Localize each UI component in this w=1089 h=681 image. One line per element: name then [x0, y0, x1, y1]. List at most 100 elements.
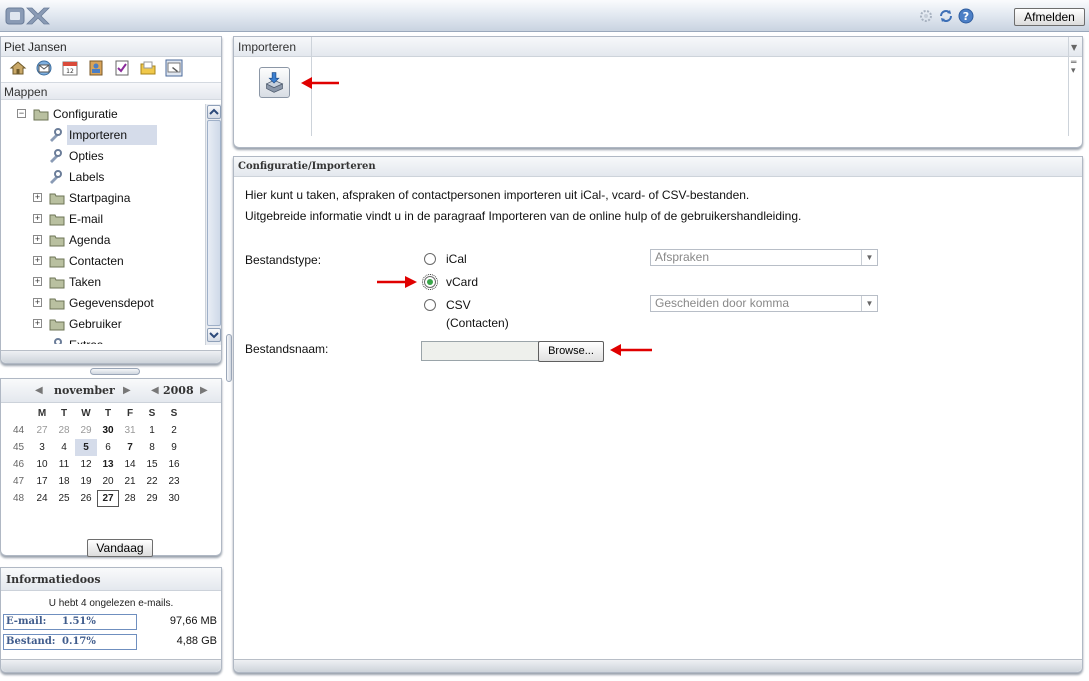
calendar-day[interactable]: 28	[119, 490, 141, 507]
next-year-icon[interactable]: ▶	[200, 379, 208, 403]
calendar-day[interactable]: 29	[75, 422, 97, 439]
expand-icon[interactable]: +	[33, 235, 42, 244]
configuration-icon[interactable]	[165, 59, 183, 77]
expand-icon[interactable]: +	[33, 193, 42, 202]
calendar-day[interactable]: 12	[75, 456, 97, 473]
calendar-day[interactable]: 10	[31, 456, 53, 473]
tree-item-labels[interactable]: Labels	[1, 167, 205, 187]
scrollbar-thumb[interactable]	[207, 120, 221, 326]
calendar-day[interactable]: 28	[53, 422, 75, 439]
chevron-down-icon[interactable]: ▼	[1071, 43, 1077, 52]
calendar-day[interactable]: 7	[119, 439, 141, 456]
calendar-day[interactable]: 29	[141, 490, 163, 507]
menu-icon[interactable]: ═ ▾	[1071, 59, 1076, 76]
tree-item-importeren[interactable]: Importeren	[1, 125, 205, 145]
calendar-day[interactable]: 18	[53, 473, 75, 490]
tree-item-gegevensdepot[interactable]: + Gegevensdepot	[1, 293, 205, 313]
tree-item-taken[interactable]: + Taken	[1, 272, 205, 292]
calendar-day[interactable]: 6	[97, 439, 119, 456]
file-path-input[interactable]	[421, 341, 539, 361]
calendar-day[interactable]: 15	[141, 456, 163, 473]
calendar-day[interactable]: 31	[119, 422, 141, 439]
calendar-day[interactable]: 1	[141, 422, 163, 439]
vertical-splitter[interactable]	[226, 334, 232, 382]
logout-button[interactable]: Afmelden	[1014, 8, 1085, 26]
next-month-icon[interactable]: ▶	[123, 379, 131, 403]
chevron-down-icon[interactable]: ▼	[861, 250, 877, 265]
week-number[interactable]: 47	[13, 473, 31, 490]
help-icon[interactable]: ?	[958, 8, 974, 24]
tree-item-startpagina[interactable]: + Startpagina	[1, 188, 205, 208]
calendar-day[interactable]: 19	[75, 473, 97, 490]
calendar-day[interactable]: 5	[75, 439, 97, 456]
week-number[interactable]: 48	[13, 490, 31, 507]
calendar-day[interactable]: 3	[31, 439, 53, 456]
collapse-icon[interactable]: −	[17, 109, 26, 118]
contacts-icon[interactable]	[87, 59, 105, 77]
tree-item-configuratie[interactable]: − Configuratie	[1, 104, 205, 124]
scroll-down-icon[interactable]	[207, 328, 221, 342]
calendar-day[interactable]: 17	[31, 473, 53, 490]
folder-tree-scrollbar[interactable]	[205, 104, 221, 345]
calendar-day[interactable]: 27	[31, 422, 53, 439]
calendar-day[interactable]: 23	[163, 473, 185, 490]
calendar-day[interactable]: 20	[97, 473, 119, 490]
calendar-day[interactable]: 14	[119, 456, 141, 473]
horizontal-splitter[interactable]	[90, 368, 140, 375]
week-number-header	[13, 405, 31, 422]
radio-button[interactable]	[424, 253, 436, 265]
ical-type-select[interactable]: Afspraken ▼	[650, 249, 878, 266]
folder-icon	[49, 253, 65, 269]
tree-item-extras[interactable]: Extras	[1, 335, 205, 344]
settings-icon[interactable]	[918, 8, 934, 24]
browse-button[interactable]: Browse...	[538, 341, 604, 362]
expand-icon[interactable]: +	[33, 214, 42, 223]
calendar-day[interactable]: 30	[97, 422, 119, 439]
radio-button-checked[interactable]	[422, 274, 438, 290]
tree-item-contacten[interactable]: + Contacten	[1, 251, 205, 271]
calendar-icon[interactable]: 12	[61, 59, 79, 77]
prev-year-icon[interactable]: ◀	[151, 379, 159, 403]
tree-item-agenda[interactable]: + Agenda	[1, 230, 205, 250]
calendar-day[interactable]: 13	[97, 456, 119, 473]
radio-button[interactable]	[424, 299, 436, 311]
week-number[interactable]: 44	[13, 422, 31, 439]
tree-item-gebruiker[interactable]: + Gebruiker	[1, 314, 205, 334]
unread-mail-message[interactable]: U hebt 4 ongelezen e-mails.	[1, 598, 221, 609]
info-box-title: Informatiedoos	[1, 568, 221, 591]
expand-icon[interactable]: +	[33, 256, 42, 265]
ox-logo	[5, 5, 51, 27]
tree-item-email[interactable]: + E-mail	[1, 209, 205, 229]
tree-item-opties[interactable]: Opties	[1, 146, 205, 166]
expand-icon[interactable]: +	[33, 277, 42, 286]
expand-icon[interactable]: +	[33, 298, 42, 307]
tab-importeren[interactable]: Importeren	[234, 37, 312, 57]
week-number[interactable]: 45	[13, 439, 31, 456]
calendar-day[interactable]: 16	[163, 456, 185, 473]
refresh-icon[interactable]	[938, 8, 954, 24]
calendar-day[interactable]: 25	[53, 490, 75, 507]
calendar-day[interactable]: 26	[75, 490, 97, 507]
prev-month-icon[interactable]: ◀	[35, 379, 43, 403]
calendar-day[interactable]: 30	[163, 490, 185, 507]
calendar-day[interactable]: 2	[163, 422, 185, 439]
infostore-icon[interactable]	[139, 59, 157, 77]
calendar-day-today[interactable]: 27	[97, 490, 119, 507]
calendar-day[interactable]: 9	[163, 439, 185, 456]
import-button[interactable]	[259, 67, 290, 98]
calendar-day[interactable]: 22	[141, 473, 163, 490]
calendar-day[interactable]: 21	[119, 473, 141, 490]
expand-icon[interactable]: +	[33, 319, 42, 328]
scroll-up-icon[interactable]	[207, 105, 221, 119]
csv-format-select[interactable]: Gescheiden door komma ▼	[650, 295, 878, 312]
chevron-down-icon[interactable]: ▼	[861, 296, 877, 311]
week-number[interactable]: 46	[13, 456, 31, 473]
today-button[interactable]: Vandaag	[87, 539, 153, 557]
tasks-icon[interactable]	[113, 59, 131, 77]
home-icon[interactable]	[9, 59, 27, 77]
calendar-day[interactable]: 24	[31, 490, 53, 507]
calendar-day[interactable]: 4	[53, 439, 75, 456]
calendar-day[interactable]: 11	[53, 456, 75, 473]
email-icon[interactable]	[35, 59, 53, 77]
calendar-day[interactable]: 8	[141, 439, 163, 456]
